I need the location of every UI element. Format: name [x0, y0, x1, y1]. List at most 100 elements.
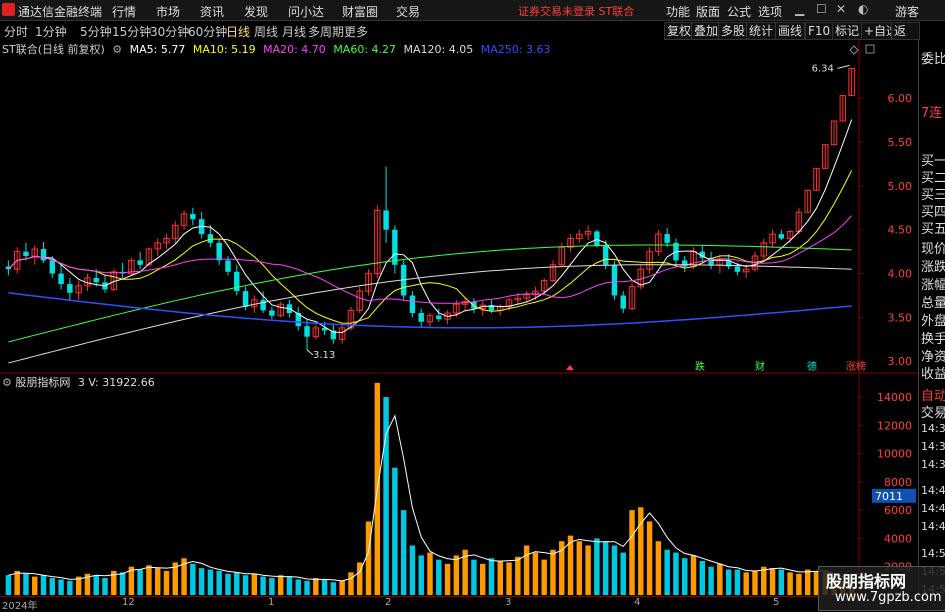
volume-bar	[383, 396, 389, 595]
maximize-icon[interactable]: ☐	[816, 2, 827, 16]
volume-value: 3 V: 31922.66	[77, 376, 155, 389]
tab-monthly[interactable]: 月线	[282, 23, 306, 40]
volume-bar	[163, 570, 170, 595]
volume-bar	[523, 545, 530, 595]
tab-intraday[interactable]: 分时	[4, 23, 28, 40]
side-row-22: 14:4	[921, 520, 945, 533]
side-row-18: 14:3	[921, 440, 945, 453]
tab-1min[interactable]: 1分钟	[35, 23, 67, 40]
app-name: 通达信金融终端	[18, 5, 103, 19]
ma60-label: MA60: 4.27	[333, 43, 397, 56]
volume-bar	[137, 569, 143, 595]
volume-bar	[365, 521, 372, 595]
side-row-16: 交易	[921, 406, 945, 421]
volume-bar	[673, 552, 679, 595]
indicator-gear-icon[interactable]: ⚙	[2, 376, 12, 389]
event-marker: 财	[755, 360, 765, 373]
volume-bar	[216, 570, 222, 595]
volume-bar	[690, 555, 697, 595]
volume-bar	[260, 576, 266, 595]
menu-functions[interactable]: 功能	[666, 3, 690, 20]
volume-bar	[418, 555, 424, 595]
candle-body	[216, 242, 222, 261]
settings-gear-icon[interactable]: ⚙	[112, 43, 122, 56]
tab-60min[interactable]: 60分钟	[188, 23, 227, 40]
volume-bar	[225, 573, 231, 595]
volume-bar	[743, 572, 749, 595]
app-logo-icon	[2, 3, 15, 16]
menu-discover[interactable]: 发现	[244, 3, 268, 20]
volume-legend: ⚙ 股朋指标网 3 V: 31922.66	[2, 374, 155, 390]
tab-5min[interactable]: 5分钟	[80, 23, 112, 40]
menu-formula[interactable]: 公式	[727, 3, 751, 20]
volume-bar	[190, 563, 196, 595]
volume-bar	[497, 561, 503, 595]
volume-bar	[576, 541, 583, 595]
volume-bar	[479, 563, 486, 595]
menu-wealth-circle[interactable]: 财富圈	[342, 3, 378, 20]
f10-button[interactable]: F10	[805, 22, 834, 40]
minimize-icon[interactable]: ▁	[795, 2, 804, 16]
event-marker: 德	[807, 360, 817, 373]
menu-market[interactable]: 市场	[156, 3, 180, 20]
ma250-label: MA250: 3.63	[480, 43, 551, 56]
volume-bar	[102, 578, 108, 595]
tab-15min[interactable]: 15分钟	[112, 23, 151, 40]
candle-body	[137, 260, 143, 265]
ma10-label: MA10: 5.19	[192, 43, 256, 56]
menu-quotes[interactable]: 行情	[112, 3, 136, 20]
volume-bar	[506, 562, 512, 595]
guest-login[interactable]: 游客	[895, 3, 919, 20]
volume-bar	[541, 559, 547, 595]
menu-options[interactable]: 选项	[758, 3, 782, 20]
tab-more[interactable]: 更多	[344, 23, 368, 40]
tab-weekly[interactable]: 周线	[254, 23, 278, 40]
tab-multi-period[interactable]: 多周期	[308, 23, 344, 40]
close-icon[interactable]: ✕	[836, 2, 846, 16]
mark-button[interactable]: 标记	[832, 22, 863, 40]
volume-bar	[532, 552, 539, 595]
volume-bar	[620, 552, 626, 595]
watermark-url: www.7gpzb.com	[835, 590, 942, 605]
ma5-label: MA5: 5.77	[129, 43, 186, 56]
candle-body	[611, 264, 618, 296]
kline-chart[interactable]: 6.00 5.50 5.00 4.50 4.00 3.50 3.00 14000 12000 10…	[0, 40, 918, 596]
menu-news[interactable]: 资讯	[200, 3, 224, 20]
volume-indicator-title: 股朋指标网	[15, 376, 71, 389]
volume-bar	[339, 580, 345, 595]
trade-login-notice[interactable]: 证券交易未登录 ST联合	[518, 3, 634, 19]
candle-body	[207, 234, 214, 243]
ma20-label: MA20: 4.70	[263, 43, 326, 56]
tab-daily[interactable]: 日线	[226, 23, 250, 40]
event-marker: 跌	[695, 360, 705, 373]
event-marker: 涨榜	[846, 360, 866, 373]
menu-trade[interactable]: 交易	[396, 3, 420, 20]
watermark: 股朋指标网 www.7gpzb.com	[818, 566, 945, 611]
date-label: 2	[385, 597, 392, 608]
skin-icon[interactable]: ◐	[858, 2, 868, 16]
tab-30min[interactable]: 30分钟	[150, 23, 189, 40]
volume-tick-label: 14000	[877, 391, 912, 404]
side-row-0: 委比	[921, 52, 945, 67]
price-tick-label: 6.00	[888, 92, 913, 105]
date-label: 2024年	[2, 601, 38, 612]
overlay-button[interactable]: 叠加	[691, 22, 722, 40]
menu-layout[interactable]: 版面	[696, 3, 720, 20]
stats-button[interactable]: 统计	[746, 22, 777, 40]
price-tick-label: 5.50	[888, 136, 913, 149]
candle-body	[436, 315, 442, 320]
volume-bar	[725, 569, 732, 595]
volume-bar	[93, 575, 99, 595]
back-button[interactable]: 返回	[891, 22, 920, 54]
menu-assistant[interactable]: 问小达	[288, 3, 324, 20]
adjust-button[interactable]: 复权	[664, 22, 695, 40]
volume-bar	[286, 576, 293, 595]
draw-line-button[interactable]: 画线	[775, 22, 806, 40]
side-row-12: 换手	[921, 332, 945, 347]
volume-bar	[444, 563, 451, 595]
volume-bar	[295, 579, 301, 595]
multi-stock-button[interactable]: 多股	[718, 22, 749, 40]
price-tick-label: 5.00	[888, 180, 913, 193]
side-row-8: 涨跌	[921, 260, 945, 275]
candle-body	[602, 245, 609, 265]
